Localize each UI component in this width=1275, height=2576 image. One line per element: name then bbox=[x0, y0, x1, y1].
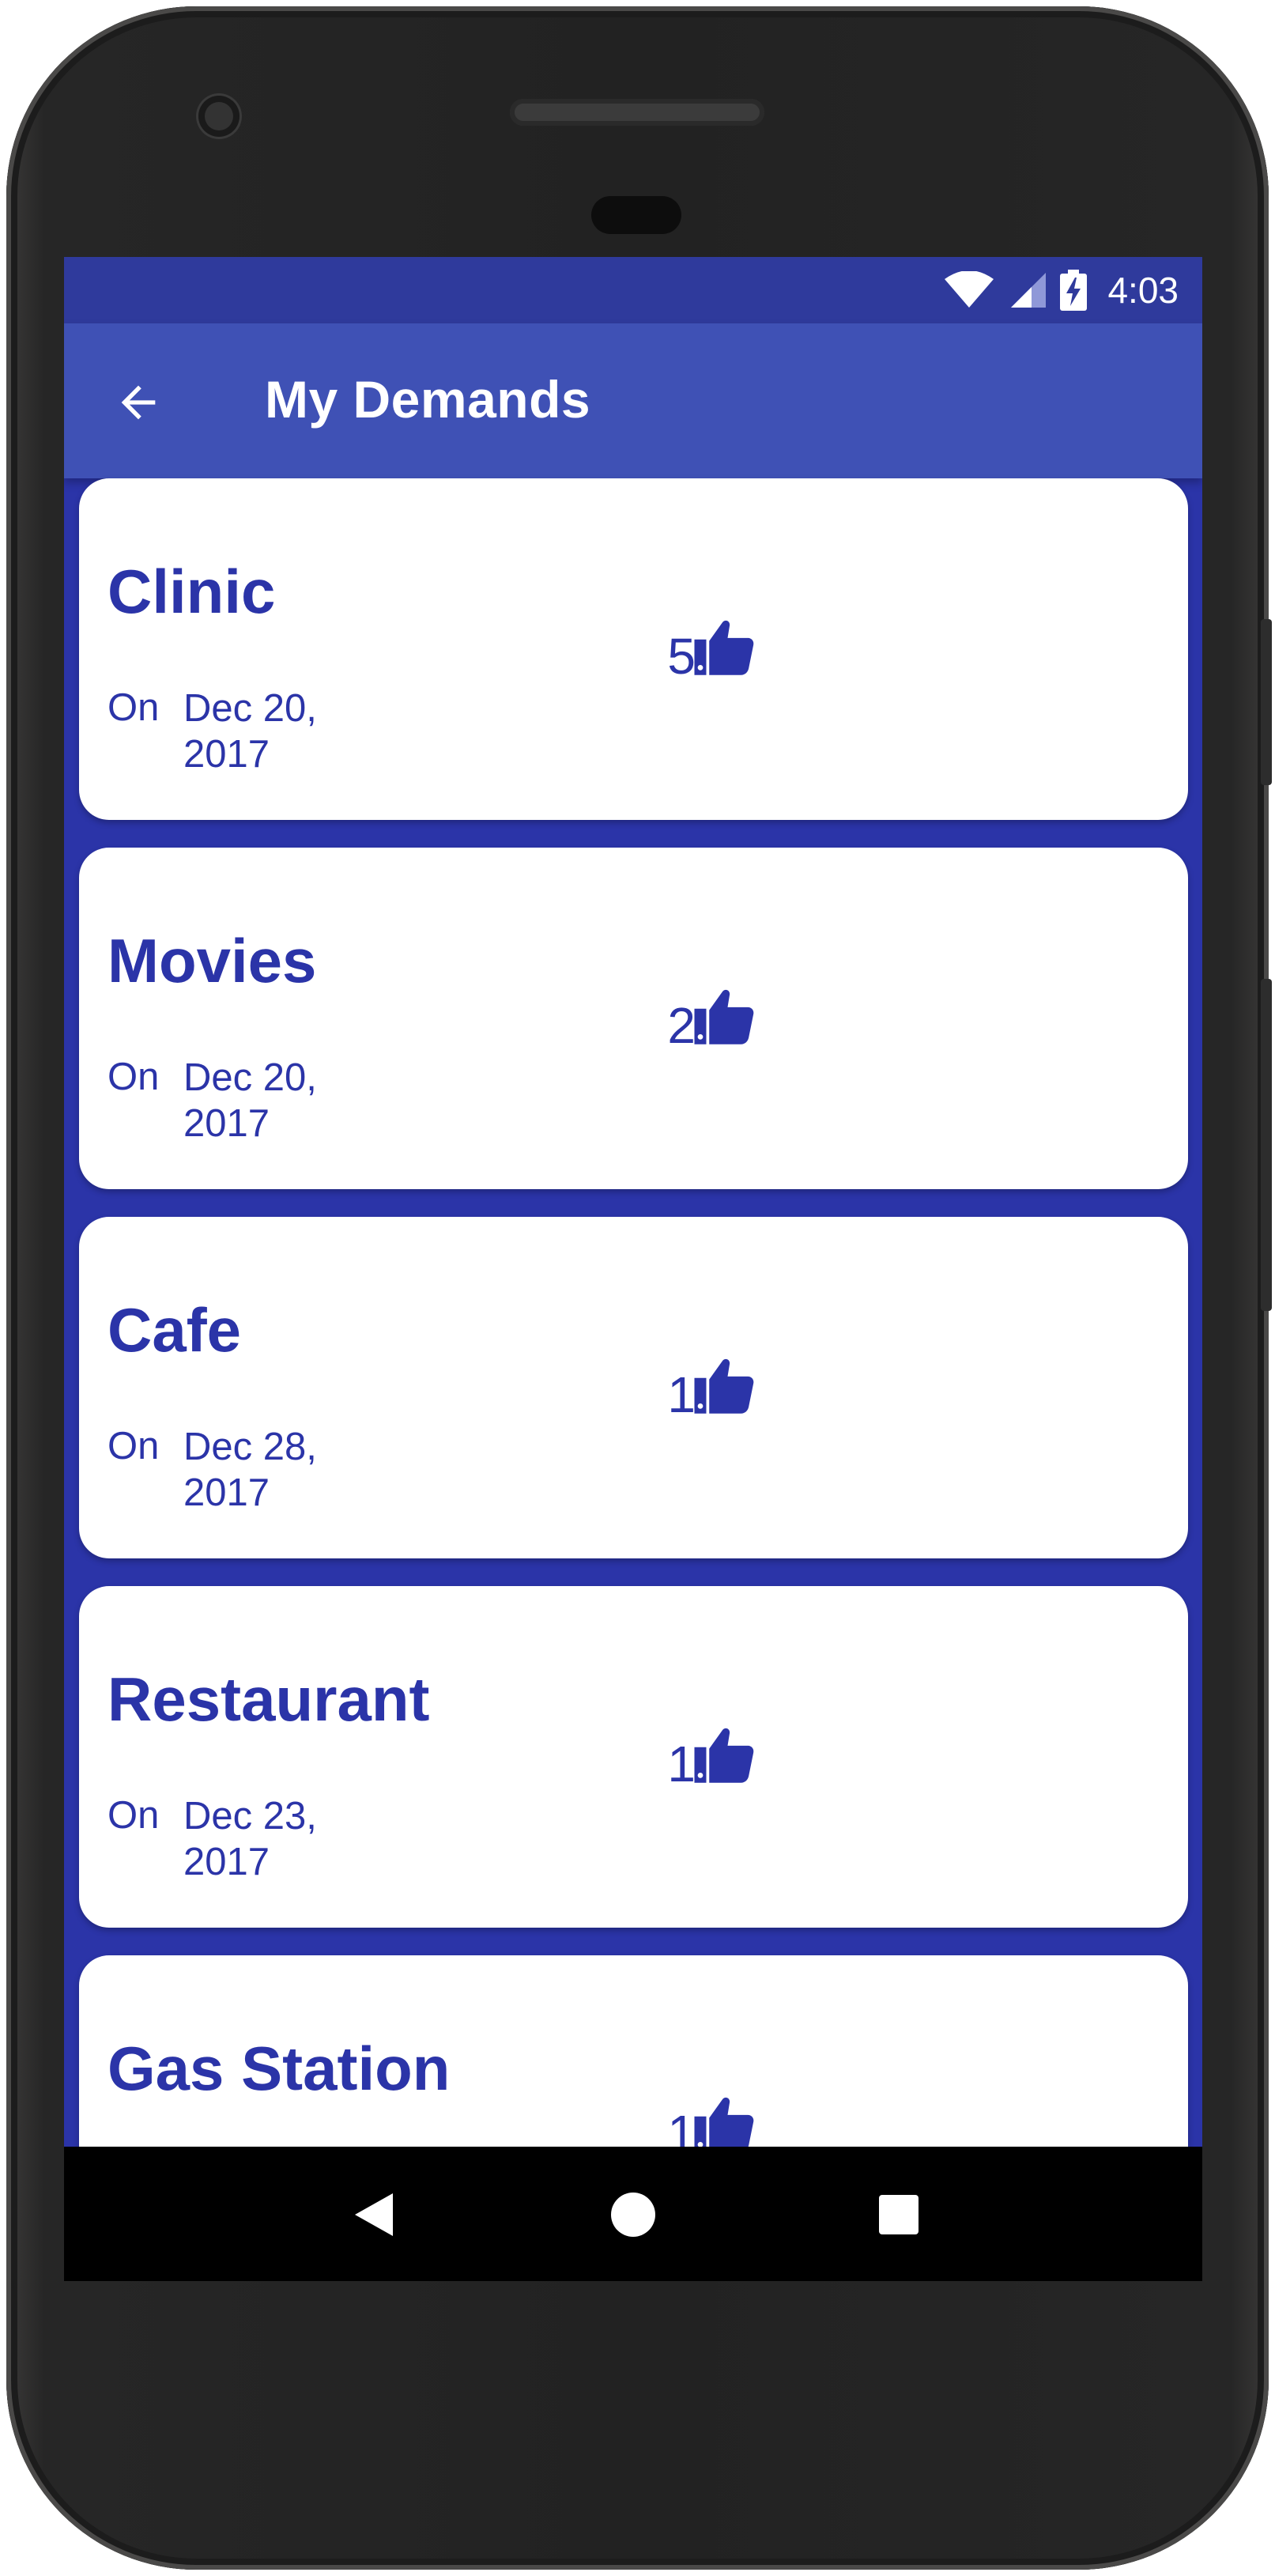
demand-name: Gas Station bbox=[108, 2034, 451, 2103]
like-button[interactable] bbox=[688, 1720, 760, 1792]
back-button[interactable] bbox=[110, 374, 167, 431]
demand-date: Dec 20, 2017 bbox=[183, 687, 317, 776]
demand-name: Cafe bbox=[108, 1295, 242, 1365]
thumbs-up-icon bbox=[694, 1358, 754, 1414]
demand-card[interactable]: Movies On Dec 20, 2017 2 bbox=[79, 848, 1188, 1189]
demand-on-label: On bbox=[108, 1794, 160, 1837]
wifi-icon bbox=[945, 271, 994, 308]
demand-name: Clinic bbox=[108, 557, 276, 626]
like-count: 2 bbox=[667, 997, 696, 1054]
power-button bbox=[1261, 619, 1272, 785]
battery-charging-icon bbox=[1060, 270, 1088, 311]
proximity-sensor bbox=[591, 196, 681, 234]
earpiece-speaker bbox=[510, 99, 764, 126]
cell-signal-icon bbox=[1011, 273, 1047, 308]
status-time: 4:03 bbox=[1107, 270, 1179, 311]
like-button[interactable] bbox=[688, 982, 760, 1053]
front-camera bbox=[198, 96, 240, 137]
nav-home-button[interactable] bbox=[609, 2191, 657, 2238]
demand-card[interactable]: Restaurant On Dec 23, 2017 1 bbox=[79, 1586, 1188, 1928]
demand-card[interactable]: Clinic On Dec 20, 2017 5 bbox=[79, 478, 1188, 820]
thumbs-up-icon bbox=[694, 620, 754, 675]
arrow-back-icon bbox=[121, 385, 156, 420]
square-recents-icon bbox=[879, 2195, 919, 2234]
screen: 4:03 My Demands Clinic On Dec 20, 2017 5 bbox=[64, 257, 1202, 2281]
system-nav-bar bbox=[64, 2147, 1202, 2281]
like-button[interactable] bbox=[688, 1351, 760, 1422]
like-button[interactable] bbox=[688, 613, 760, 684]
nav-recents-button[interactable] bbox=[875, 2191, 922, 2238]
demand-date: Dec 20, 2017 bbox=[183, 1056, 317, 1145]
like-count: 1 bbox=[667, 1736, 696, 1792]
thumbs-up-icon bbox=[694, 989, 754, 1044]
like-count: 1 bbox=[667, 1366, 696, 1423]
demand-on-label: On bbox=[108, 1425, 160, 1467]
demand-date: Dec 28, 2017 bbox=[183, 1426, 317, 1514]
status-bar: 4:03 bbox=[64, 257, 1202, 323]
demand-name: Restaurant bbox=[108, 1664, 430, 1734]
demand-date: Dec 23, 2017 bbox=[183, 1795, 317, 1883]
demand-name: Movies bbox=[108, 926, 317, 995]
volume-button bbox=[1261, 979, 1272, 1311]
demand-on-label: On bbox=[108, 686, 160, 729]
thumbs-up-icon bbox=[694, 1728, 754, 1783]
app-bar: My Demands bbox=[64, 323, 1202, 478]
triangle-back-icon bbox=[355, 2193, 393, 2236]
like-count: 5 bbox=[667, 628, 696, 685]
demand-card[interactable]: Cafe On Dec 28, 2017 1 bbox=[79, 1217, 1188, 1558]
demand-on-label: On bbox=[108, 1056, 160, 1098]
page-title: My Demands bbox=[265, 370, 591, 429]
nav-back-button[interactable] bbox=[350, 2191, 398, 2238]
circle-home-icon bbox=[611, 2193, 655, 2237]
status-icons: 4:03 bbox=[943, 270, 1179, 311]
